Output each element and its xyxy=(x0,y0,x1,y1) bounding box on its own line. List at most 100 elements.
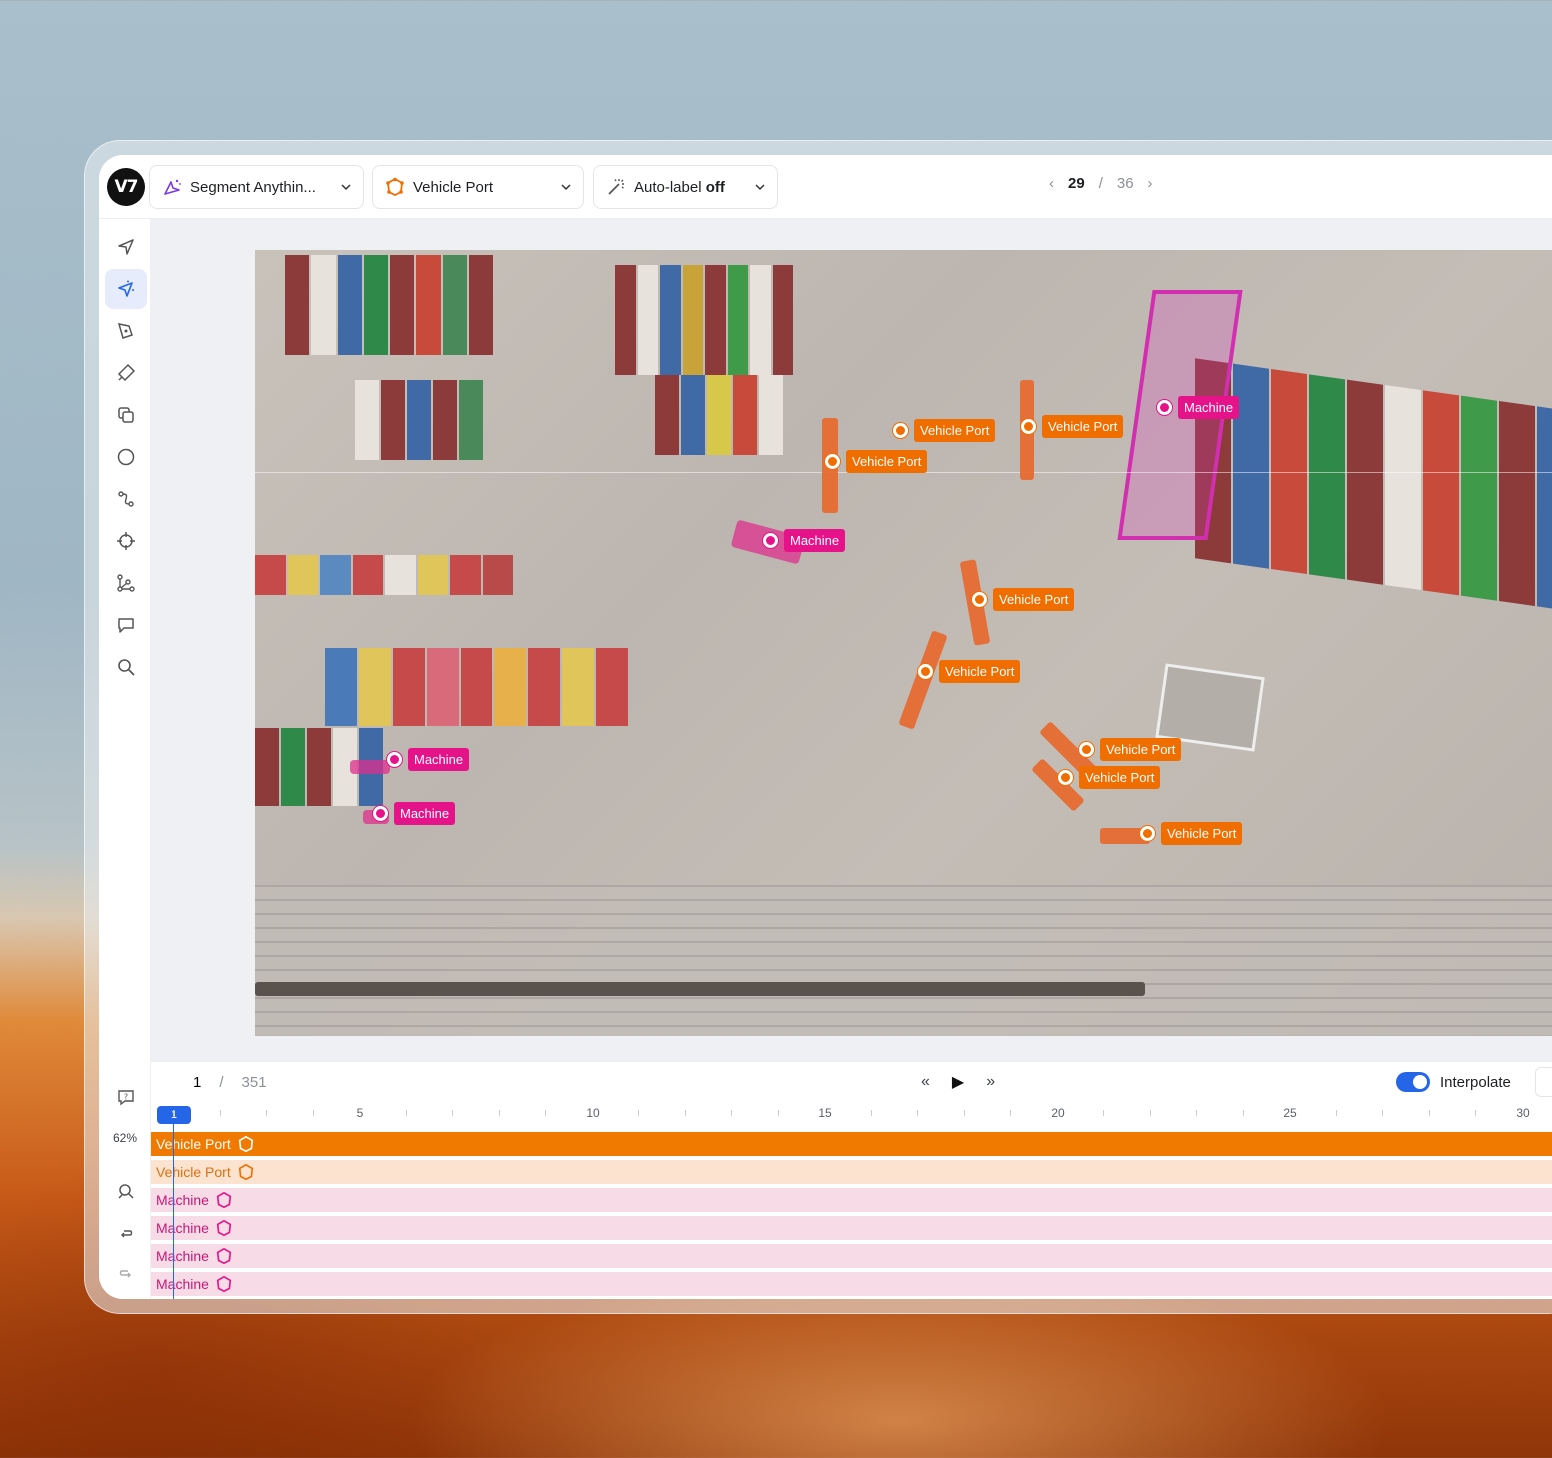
pen-tool[interactable] xyxy=(105,311,147,351)
tag-label: Machine xyxy=(1178,395,1240,419)
track-row[interactable]: Vehicle Port xyxy=(151,1132,1552,1156)
tag-label: Vehicle Port xyxy=(1079,765,1161,789)
annotation-tag[interactable]: Vehicle Port xyxy=(893,418,996,442)
annotation-tag[interactable]: Vehicle Port xyxy=(918,659,1021,683)
annotation-tag[interactable]: Vehicle Port xyxy=(972,587,1075,611)
annotation-tag[interactable]: Vehicle Port xyxy=(825,449,928,473)
collapse-button[interactable] xyxy=(1535,1067,1552,1097)
ruler-label: 25 xyxy=(1283,1106,1297,1120)
tag-dot xyxy=(387,751,402,767)
track-label: Vehicle Port xyxy=(156,1136,231,1152)
brush-icon xyxy=(117,363,136,382)
annotation-tag[interactable]: Machine xyxy=(373,801,456,825)
ruler-tick xyxy=(1382,1110,1383,1116)
ruler-tick xyxy=(1475,1110,1476,1116)
page-total: 36 xyxy=(1116,175,1134,192)
ruler-tick xyxy=(173,1110,174,1116)
annotation-tag[interactable]: Vehicle Port xyxy=(1021,414,1124,438)
track-label: Machine xyxy=(156,1220,209,1236)
tag-dot xyxy=(1058,769,1073,785)
prev-image-icon[interactable]: ‹ xyxy=(1049,175,1054,192)
tool-dropdown-label: Segment Anythin... xyxy=(190,178,316,196)
brush-tool[interactable] xyxy=(105,353,147,393)
ruler-tick xyxy=(219,1110,221,1116)
ellipse-icon xyxy=(117,448,135,466)
track-row[interactable]: Machine xyxy=(151,1244,1552,1268)
rewind-button[interactable]: « xyxy=(921,1073,930,1091)
skeleton-tool[interactable] xyxy=(105,563,147,603)
playback-controls: « ▶ » xyxy=(921,1072,995,1092)
redo-button[interactable] xyxy=(105,1253,147,1293)
ruler-tick xyxy=(731,1110,732,1116)
annotation-tag[interactable]: Vehicle Port xyxy=(1058,765,1161,789)
polygon-class-icon xyxy=(216,1191,232,1209)
frame-ruler[interactable]: 1 5 10 15 20 25 30 xyxy=(151,1102,1552,1128)
tag-label: Machine xyxy=(408,747,470,771)
container-stack xyxy=(1195,358,1552,612)
help-button[interactable]: ? xyxy=(105,1077,147,1117)
tag-label: Vehicle Port xyxy=(846,449,928,473)
autolabel-dropdown[interactable]: Auto-label off xyxy=(593,165,778,209)
undo-icon xyxy=(121,1230,133,1238)
keypoint-tool[interactable] xyxy=(105,521,147,561)
ellipse-tool[interactable] xyxy=(105,437,147,477)
ruler-label: 20 xyxy=(1051,1106,1065,1120)
polygon-class-icon xyxy=(386,177,404,197)
zoom-tool[interactable] xyxy=(105,647,147,687)
play-button[interactable]: ▶ xyxy=(952,1072,964,1092)
track-row[interactable]: Vehicle Port xyxy=(151,1160,1552,1184)
track-label: Vehicle Port xyxy=(156,1164,231,1180)
playhead[interactable] xyxy=(173,1120,174,1299)
frame-cursor-badge[interactable]: 1 xyxy=(157,1106,191,1124)
forward-button[interactable]: » xyxy=(986,1073,995,1091)
search-icon xyxy=(118,659,135,676)
tag-label: Machine xyxy=(784,528,846,552)
interpolate-toggle[interactable] xyxy=(1396,1072,1430,1092)
video-timeline: 1 / 351 « ▶ » Interpolate 1 5 10 15 20 2… xyxy=(151,1061,1552,1299)
tag-dot xyxy=(373,805,388,821)
interpolate-label: Interpolate xyxy=(1440,1073,1511,1091)
annotation-tag[interactable]: Vehicle Port xyxy=(1140,821,1243,845)
track-row[interactable]: Machine xyxy=(151,1188,1552,1212)
annotation-tag[interactable]: Machine xyxy=(387,747,470,771)
comment-icon xyxy=(118,618,134,633)
page-current: 29 xyxy=(1068,175,1085,192)
tag-dot xyxy=(825,453,840,469)
annotation-tag[interactable]: Vehicle Port xyxy=(1079,737,1182,761)
rail-tracks xyxy=(255,885,1552,1035)
ruler-tick xyxy=(638,1110,639,1116)
skeleton-icon xyxy=(117,574,135,592)
frame-total: 351 xyxy=(241,1074,267,1091)
navigate-tool[interactable] xyxy=(105,227,147,267)
segment-anything-tool[interactable] xyxy=(105,269,147,309)
track-label: Machine xyxy=(156,1248,209,1264)
class-dropdown-label: Vehicle Port xyxy=(413,178,494,196)
ruler-tick xyxy=(684,1110,686,1116)
track-row[interactable]: Machine xyxy=(151,1216,1552,1240)
v7-logo[interactable]: V7 xyxy=(107,168,145,206)
tag-label: Machine xyxy=(394,801,456,825)
zoom-fit-button[interactable] xyxy=(105,1171,147,1211)
interpolate-control: Interpolate xyxy=(1396,1072,1511,1092)
ruler-label: 5 xyxy=(356,1106,364,1120)
aerial-port-image: Vehicle Port Vehicle Port Vehicle Port M… xyxy=(255,250,1552,1036)
help-icon: ? xyxy=(118,1090,134,1106)
annotation-canvas[interactable]: Vehicle Port Vehicle Port Vehicle Port M… xyxy=(151,219,1552,1061)
next-image-icon[interactable]: › xyxy=(1148,175,1153,192)
tag-dot xyxy=(893,422,908,438)
track-row[interactable]: Machine xyxy=(151,1272,1552,1296)
frame-current[interactable]: 1 xyxy=(193,1074,201,1091)
ruler-tick xyxy=(1103,1110,1104,1116)
annotation-tag[interactable]: Machine xyxy=(1157,395,1240,419)
machine-mask xyxy=(350,760,390,774)
zoom-level[interactable]: 62% xyxy=(99,1131,151,1145)
annotation-tag[interactable]: Machine xyxy=(763,528,846,552)
class-dropdown[interactable]: Vehicle Port xyxy=(372,165,584,209)
clone-tool[interactable] xyxy=(105,395,147,435)
tool-dropdown[interactable]: Segment Anythin... xyxy=(149,165,364,209)
polyline-tool[interactable] xyxy=(105,479,147,519)
ruler-tick xyxy=(1010,1110,1011,1116)
ruler-tick xyxy=(1242,1110,1244,1116)
comment-tool[interactable] xyxy=(105,605,147,645)
undo-button[interactable] xyxy=(105,1213,147,1253)
